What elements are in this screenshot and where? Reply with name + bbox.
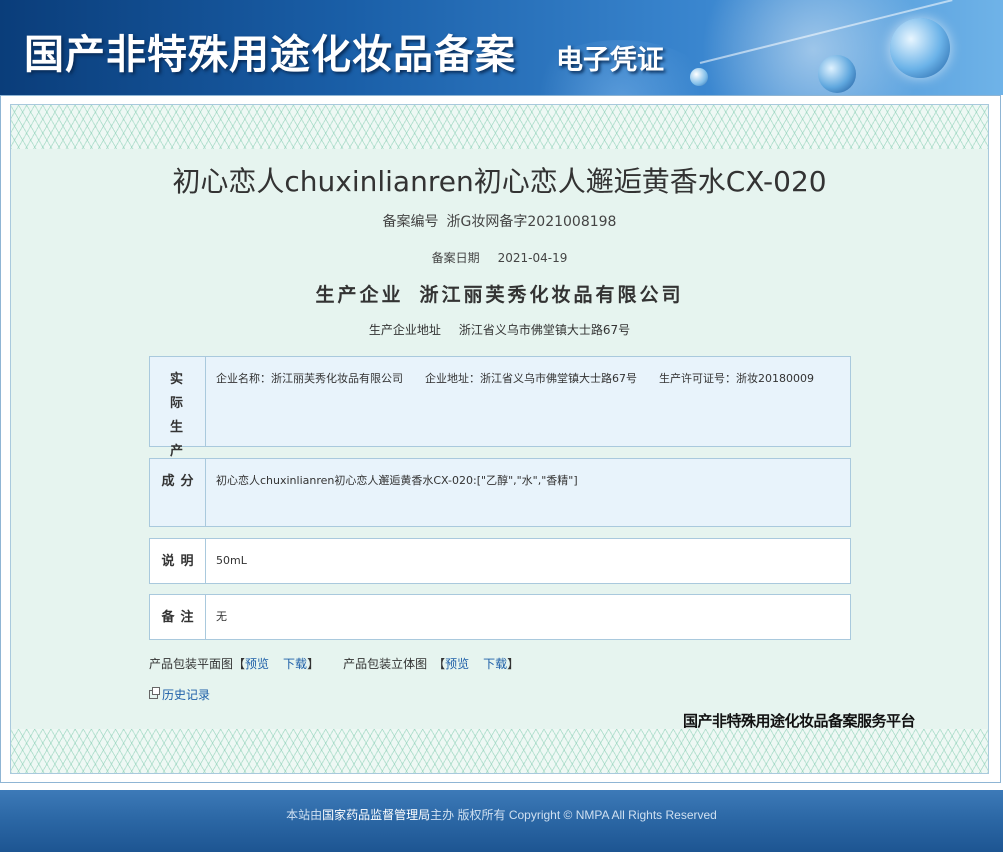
ingredients-value: 初心恋人chuxinlianren初心恋人邂逅黄香水CX-020:["乙醇","… — [216, 474, 578, 487]
guilloche-bottom — [11, 729, 988, 773]
flat-download-link[interactable]: 下载 — [283, 657, 307, 671]
manufacturer-address-label: 生产企业地址 — [368, 323, 441, 337]
history-label[interactable]: 历史记录 — [162, 686, 210, 703]
footer-prefix: 本站由 — [286, 808, 323, 822]
manufacturer-address-line: 生产企业地址 浙江省义乌市佛堂镇大士路67号 — [11, 321, 988, 338]
remarks-label: 备注 — [150, 595, 206, 639]
actual-producer-company-address: 企业地址：浙江省义乌市佛堂镇大士路67号 — [425, 372, 637, 385]
manufacturer-address: 浙江省义乌市佛堂镇大士路67号 — [458, 323, 631, 337]
history-icon — [149, 687, 160, 699]
actual-producer-box: 实际生产企业 企业名称：浙江丽芙秀化妆品有限公司 企业地址：浙江省义乌市佛堂镇大士… — [149, 356, 851, 507]
stereo-download-link[interactable]: 下载 — [483, 657, 507, 671]
flat-image-label: 产品包装平面图 — [149, 657, 234, 671]
description-label: 说明 — [150, 539, 206, 583]
bracket: 】 — [307, 657, 320, 671]
filing-date-label: 备案日期 — [431, 251, 480, 265]
stereo-preview-link[interactable]: 预览 — [445, 657, 469, 671]
bracket: 【 — [433, 657, 446, 671]
remarks-box: 备注 无 — [149, 594, 851, 640]
banner-orb — [818, 55, 856, 93]
banner-globe-icon — [890, 18, 950, 78]
history-link[interactable]: 历史记录 — [149, 686, 210, 703]
footer: 本站由国家药品监督管理局主办 版权所有 Copyright © NMPA All… — [0, 790, 1003, 852]
ingredients-label: 成分 — [150, 459, 206, 526]
filing-number-line: 备案编号 浙G妆网备字2021008198 — [11, 211, 988, 231]
header-banner: 国产非特殊用途化妆品备案 电子凭证 — [0, 0, 1003, 95]
filing-number-label: 备案编号 — [382, 214, 439, 230]
manufacturer-line: 生产企业 浙江丽芙秀化妆品有限公司 — [11, 280, 988, 307]
product-name: 初心恋人chuxinlianren初心恋人邂逅黄香水CX-020 — [172, 165, 827, 198]
remarks-value: 无 — [216, 610, 227, 623]
description-value: 50mL — [216, 554, 247, 567]
bracket: 】 — [507, 657, 520, 671]
actual-producer-company-name: 企业名称：浙江丽芙秀化妆品有限公司 — [216, 372, 403, 385]
footer-copyright: 本站由国家药品监督管理局主办 版权所有 Copyright © NMPA All… — [0, 806, 1003, 823]
filing-date: 2021-04-19 — [497, 251, 568, 265]
banner-orb — [690, 68, 708, 86]
actual-producer-label: 实际生产企业 — [150, 357, 206, 507]
manufacturer-name: 浙江丽芙秀化妆品有限公司 — [419, 284, 684, 306]
actual-producer-license: 生产许可证号：浙妆20180009 — [659, 372, 814, 385]
header-subtitle: 电子凭证 — [556, 45, 664, 76]
description-box: 说明 50mL — [149, 538, 851, 584]
bracket: 【 — [233, 657, 246, 671]
manufacturer-label: 生产企业 — [315, 284, 404, 306]
footer-suffix: 主办 版权所有 Copyright © NMPA All Rights Rese… — [430, 808, 717, 822]
stereo-image-label: 产品包装立体图 — [343, 657, 428, 671]
filing-date-line: 备案日期 2021-04-19 — [11, 249, 988, 266]
header-title: 国产非特殊用途化妆品备案 — [24, 31, 516, 78]
flat-preview-link[interactable]: 预览 — [245, 657, 269, 671]
filing-number: 浙G妆网备字2021008198 — [446, 214, 617, 230]
package-image-links: 产品包装平面图【预览 下载】 产品包装立体图 【预览 下载】 — [149, 655, 519, 672]
guilloche-top — [11, 105, 988, 149]
footer-org: 国家药品监督管理局 — [322, 808, 431, 822]
ingredients-box: 成分 初心恋人chuxinlianren初心恋人邂逅黄香水CX-020:["乙醇… — [149, 458, 851, 527]
platform-name: 国产非特殊用途化妆品备案服务平台 — [683, 712, 916, 730]
actual-producer-content: 企业名称：浙江丽芙秀化妆品有限公司 企业地址：浙江省义乌市佛堂镇大士路67号 生产许… — [206, 357, 850, 446]
